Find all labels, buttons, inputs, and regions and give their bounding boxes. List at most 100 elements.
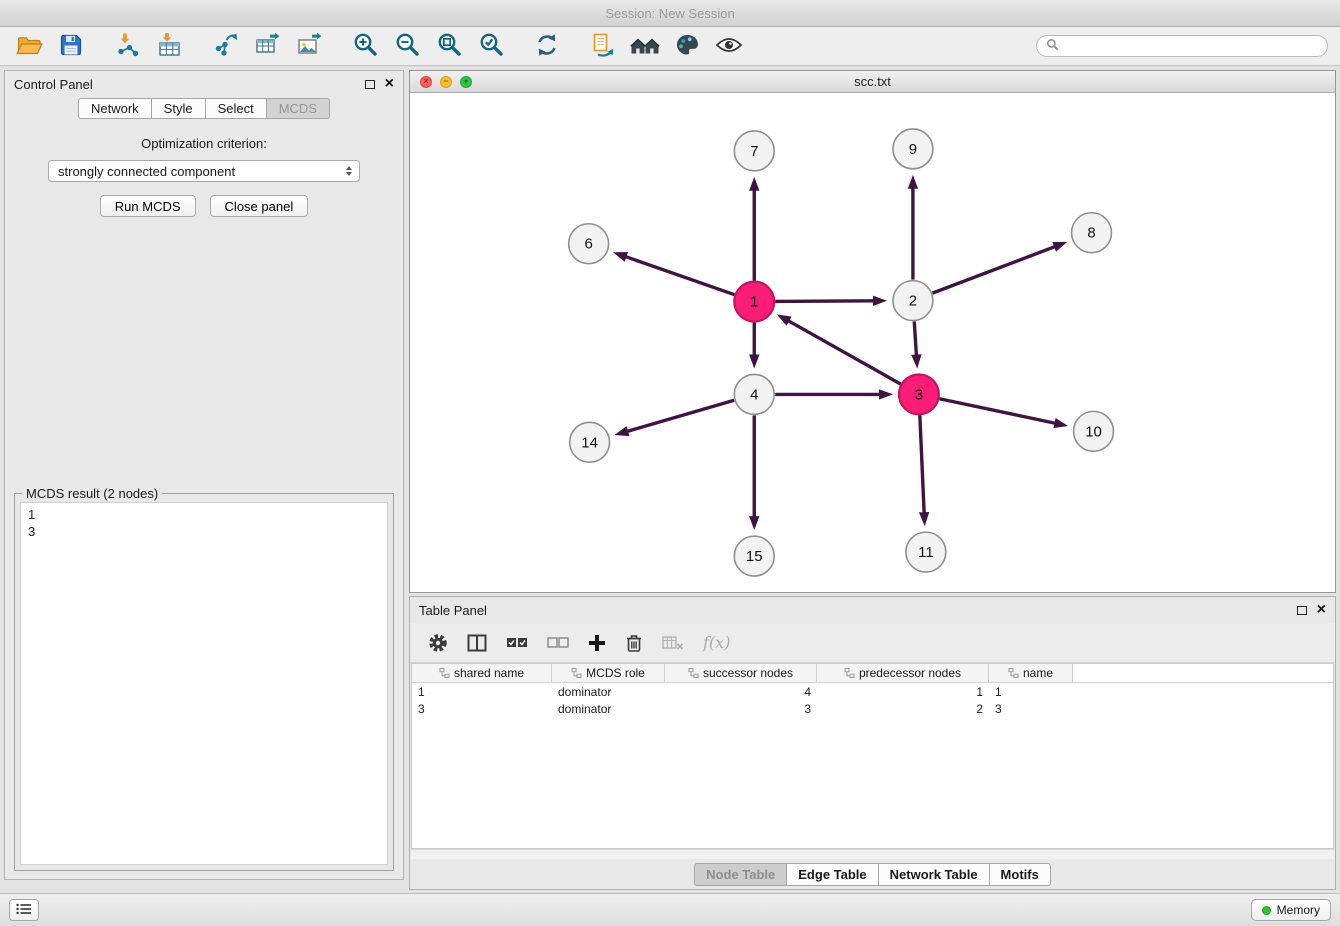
graph-edge-2-8[interactable]: [933, 246, 1057, 293]
column-header-predecessor-nodes[interactable]: predecessor nodes: [817, 664, 989, 682]
open-session-button[interactable]: [12, 31, 46, 61]
unselect-all-icon[interactable]: [547, 630, 569, 656]
columns-icon[interactable]: [467, 630, 487, 656]
graph-edge-1-2[interactable]: [775, 301, 875, 302]
home-icon: [630, 33, 660, 60]
float-table-panel-icon[interactable]: [1297, 606, 1307, 615]
run-mcds-button[interactable]: Run MCDS: [100, 195, 196, 217]
status-menu-button[interactable]: [9, 899, 39, 921]
gear-icon[interactable]: [428, 630, 448, 656]
save-session-button[interactable]: [54, 31, 88, 61]
table-cell[interactable]: 1: [817, 685, 989, 699]
memory-button[interactable]: Memory: [1251, 899, 1331, 921]
table-tab-edge-table[interactable]: Edge Table: [786, 863, 878, 886]
refresh-button[interactable]: [530, 31, 564, 61]
criterion-dropdown[interactable]: strongly connected component: [48, 160, 360, 182]
search-input[interactable]: [1064, 39, 1318, 53]
table-cell[interactable]: 3: [989, 702, 1073, 716]
table-tab-network-table[interactable]: Network Table: [878, 863, 990, 886]
close-panel-icon[interactable]: ×: [385, 78, 394, 90]
graph-edge-3-1[interactable]: [787, 320, 900, 384]
export-network-icon: [213, 32, 238, 60]
add-row-icon[interactable]: [588, 630, 606, 656]
application-window: Session: New Session Control Panel: [0, 0, 1340, 926]
column-header-successor-nodes[interactable]: successor nodes: [665, 664, 817, 682]
optimization-label: Optimization criterion:: [141, 136, 267, 151]
zoom-out-icon: [394, 31, 421, 61]
graph-edge-arrowhead: [1053, 418, 1068, 428]
zoom-fit-button[interactable]: [432, 31, 466, 61]
table-hscrollbar[interactable]: [411, 849, 1334, 859]
table-cell[interactable]: dominator: [552, 702, 665, 716]
table-cell[interactable]: 1: [412, 685, 552, 699]
table-panel-title: Table Panel: [419, 603, 487, 618]
graph-edge-3-11[interactable]: [920, 415, 924, 514]
table-tab-node-table[interactable]: Node Table: [694, 863, 787, 886]
network-canvas[interactable]: 7968124314101511: [410, 93, 1335, 592]
zoom-window-button[interactable]: +: [460, 76, 472, 88]
graph-edge-arrowhead: [613, 252, 628, 262]
network-window-title: scc.txt: [410, 74, 1335, 89]
zoom-selected-button[interactable]: [474, 31, 508, 61]
delete-row-icon[interactable]: [625, 630, 643, 656]
table-body[interactable]: 1dominator4113dominator323: [412, 683, 1333, 848]
graph-edge-arrowhead: [615, 426, 630, 436]
table-row[interactable]: 3dominator323: [412, 700, 1333, 717]
tab-mcds[interactable]: MCDS: [266, 98, 330, 119]
export-network-button[interactable]: [208, 31, 242, 61]
memory-indicator-icon: [1262, 906, 1271, 915]
tab-network[interactable]: Network: [78, 98, 152, 119]
style-button[interactable]: [670, 31, 704, 61]
import-network-button[interactable]: [110, 31, 144, 61]
float-panel-icon[interactable]: [365, 80, 375, 89]
copy-view-icon: [590, 32, 616, 61]
table-row[interactable]: 1dominator411: [412, 683, 1333, 700]
graph-edge-1-6[interactable]: [624, 256, 734, 294]
home-button[interactable]: [628, 31, 662, 61]
tab-select[interactable]: Select: [205, 98, 267, 119]
export-table-button[interactable]: [250, 31, 284, 61]
right-column: × − + scc.txt 7968124314101511 Table Pan…: [409, 70, 1336, 890]
criterion-value: strongly connected component: [49, 164, 343, 179]
column-header-name[interactable]: name: [989, 664, 1073, 682]
table-tab-motifs[interactable]: Motifs: [989, 863, 1051, 886]
select-all-icon[interactable]: [506, 630, 528, 656]
table-cell[interactable]: 3: [665, 702, 817, 716]
control-panel: Control Panel × NetworkStyleSelectMCDS O…: [4, 70, 404, 880]
table-cell[interactable]: 1: [989, 685, 1073, 699]
tab-style[interactable]: Style: [151, 98, 206, 119]
graph-edge-4-14[interactable]: [626, 400, 734, 431]
column-header-shared-name[interactable]: shared name: [412, 664, 552, 682]
memory-label: Memory: [1277, 903, 1320, 917]
table-cell[interactable]: 2: [817, 702, 989, 716]
column-header-MCDS-role[interactable]: MCDS role: [552, 664, 665, 682]
network-graph-svg[interactable]: 7968124314101511: [410, 93, 1335, 592]
search-box[interactable]: [1036, 35, 1328, 57]
function-builder-icon[interactable]: f(x): [703, 630, 730, 656]
show-hide-button[interactable]: [712, 31, 746, 61]
graph-edge-2-3[interactable]: [914, 321, 916, 356]
table-cell[interactable]: 3: [412, 702, 552, 716]
delete-column-icon[interactable]: [662, 630, 684, 656]
minimize-window-button[interactable]: −: [440, 76, 452, 88]
graph-node-label: 4: [750, 386, 758, 403]
import-table-button[interactable]: [152, 31, 186, 61]
table-cell[interactable]: 4: [665, 685, 817, 699]
close-table-panel-icon[interactable]: ×: [1317, 604, 1326, 616]
graph-node-label: 8: [1087, 225, 1095, 242]
mcds-result-title: MCDS result (2 nodes): [22, 486, 162, 501]
graph-edge-3-10[interactable]: [939, 399, 1056, 424]
export-image-button[interactable]: [292, 31, 326, 61]
mcds-result-text[interactable]: 1 3: [20, 502, 388, 865]
export-table-icon: [255, 32, 280, 60]
close-window-button[interactable]: ×: [420, 76, 432, 88]
table-panel-tabs: Node TableEdge TableNetwork TableMotifs: [410, 859, 1335, 889]
table-cell[interactable]: dominator: [552, 685, 665, 699]
zoom-out-button[interactable]: [390, 31, 424, 61]
close-panel-button[interactable]: Close panel: [210, 195, 309, 217]
graph-node-label: 10: [1085, 423, 1102, 440]
control-panel-body: Optimization criterion: strongly connect…: [5, 119, 403, 879]
zoom-in-button[interactable]: [348, 31, 382, 61]
table-header-row: shared nameMCDS rolesuccessor nodesprede…: [412, 664, 1333, 683]
copy-view-button[interactable]: [586, 31, 620, 61]
